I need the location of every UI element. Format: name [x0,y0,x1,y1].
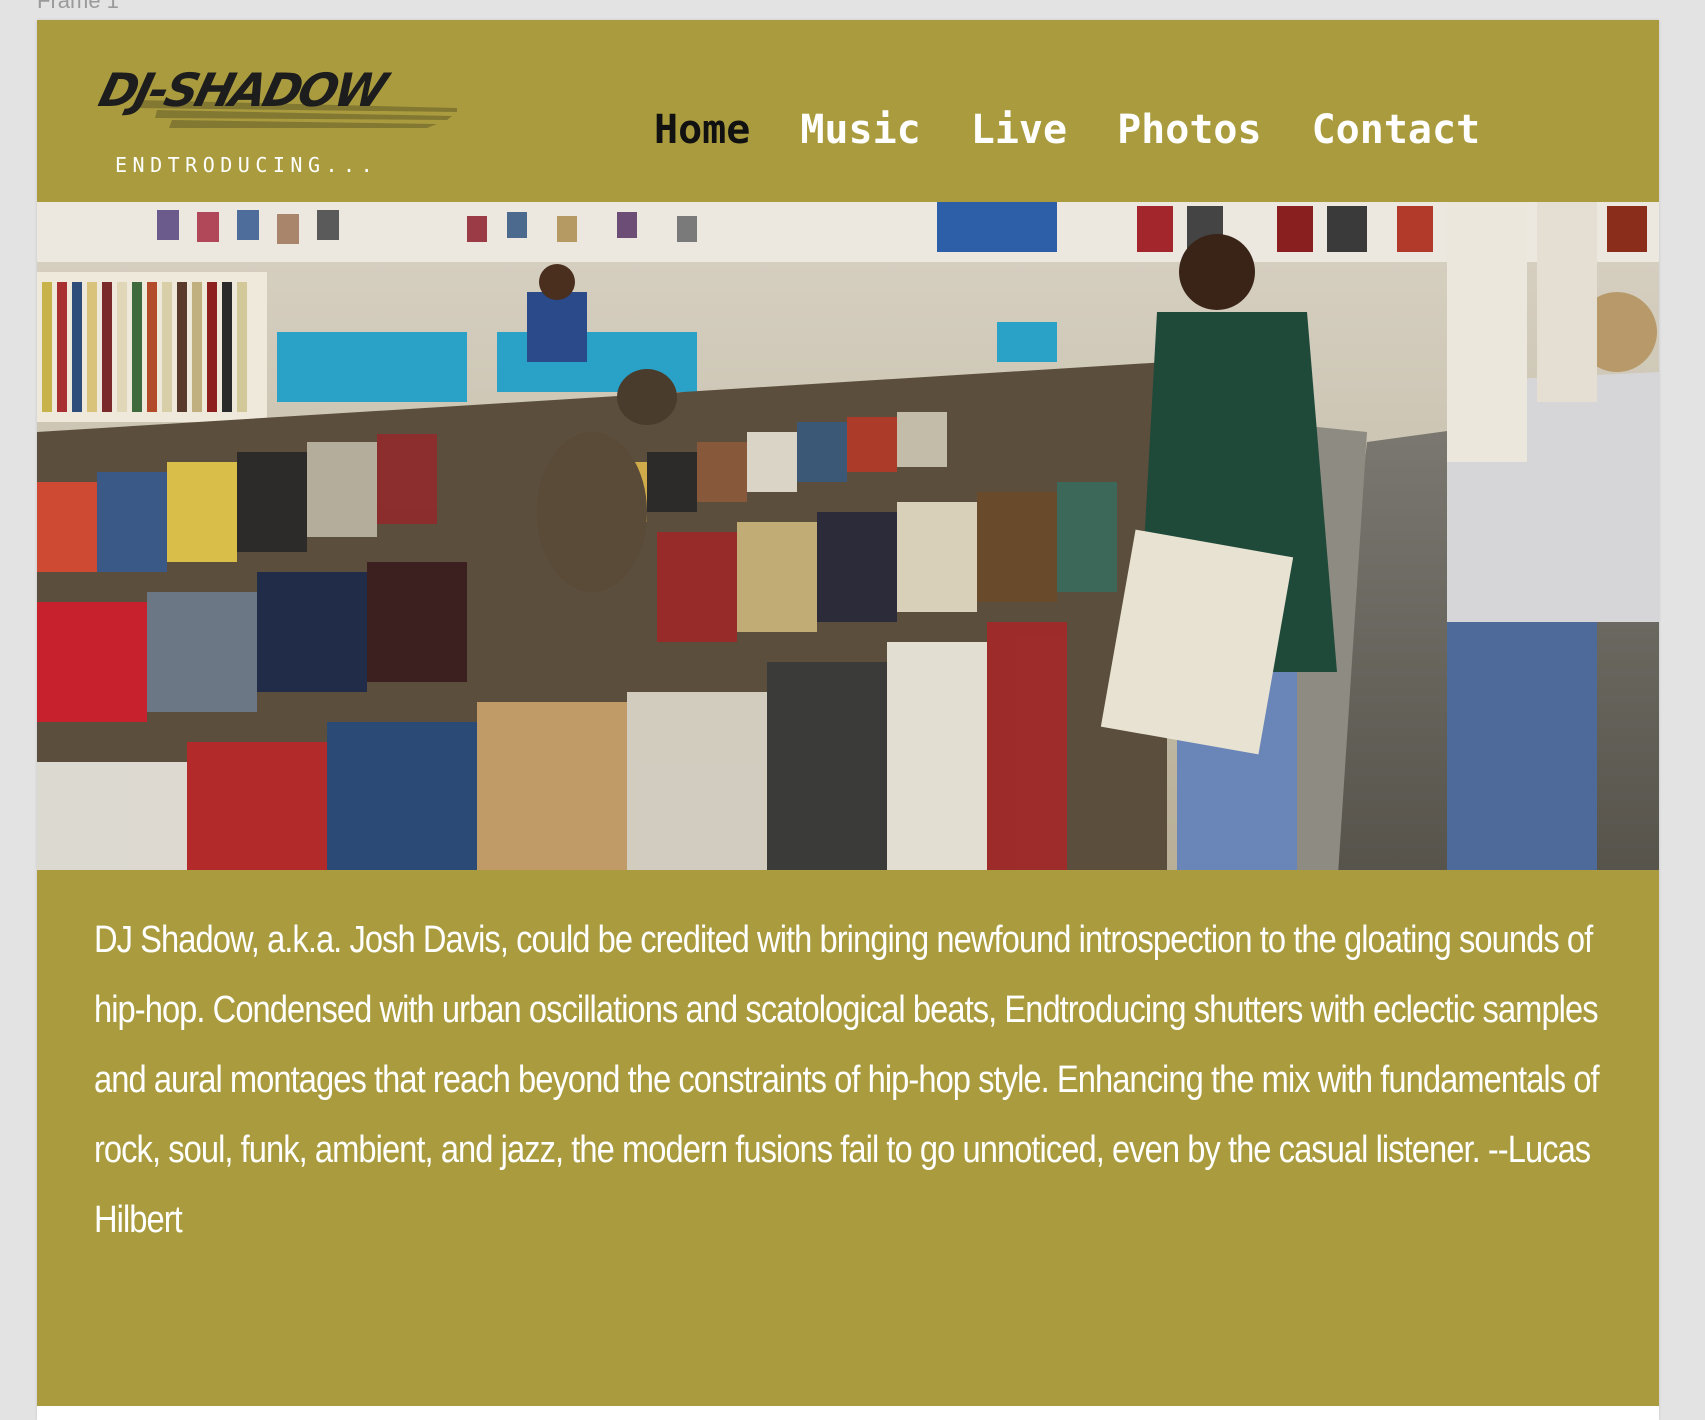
about-section: DJ Shadow, a.k.a. Josh Davis, could be c… [37,870,1659,1406]
logo-graphic: DJ-SHADOW ENDTRODUCING... [97,65,457,177]
about-text: DJ Shadow, a.k.a. Josh Davis, could be c… [94,919,1600,1241]
frame-label: Frame 1 [37,0,119,13]
nav-photos[interactable]: Photos [1117,106,1262,154]
main-nav: Home Music Live Photos Contact [654,106,1480,154]
site-header: DJ-SHADOW ENDTRODUCING... Home Music Liv… [37,20,1659,202]
logo-subtitle: ENDTRODUCING... [115,153,378,177]
logo-title: DJ-SHADOW [97,65,395,118]
page-frame: DJ-SHADOW ENDTRODUCING... Home Music Liv… [37,20,1659,1420]
hero-image [37,202,1659,890]
site-logo[interactable]: DJ-SHADOW ENDTRODUCING... [97,48,487,188]
record-store-photo-icon [37,202,1659,890]
nav-music[interactable]: Music [800,106,920,154]
nav-live[interactable]: Live [971,106,1067,154]
nav-contact[interactable]: Contact [1312,106,1481,154]
nav-home[interactable]: Home [654,106,750,154]
